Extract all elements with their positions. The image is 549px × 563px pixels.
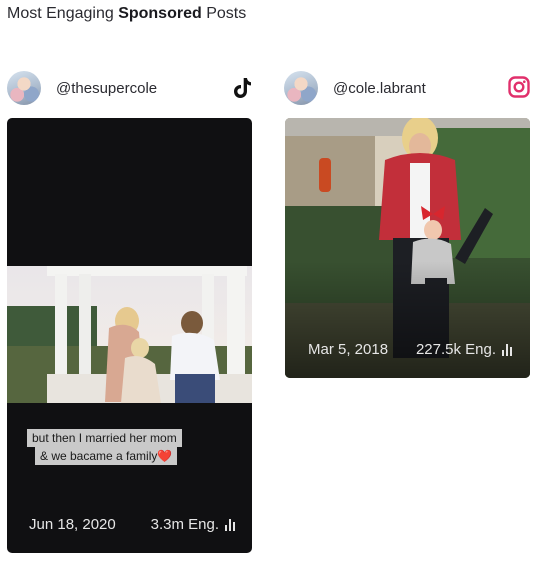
post-header-instagram: @cole.labrant: [284, 71, 426, 105]
title-prefix: Most Engaging: [7, 5, 114, 22]
post-stats: Jun 18, 2020 3.3m Eng.: [7, 516, 252, 533]
engagement-count: 3.3m Eng.: [150, 516, 219, 533]
video-caption-line: but then I married her mom: [27, 429, 182, 447]
video-caption-line: & we bacame a family❤️: [35, 447, 178, 465]
title-bold: Sponsored: [118, 5, 202, 22]
account-handle[interactable]: @cole.labrant: [333, 80, 426, 97]
tiktok-icon: [234, 78, 251, 98]
instagram-icon: [508, 76, 530, 98]
avatar[interactable]: [7, 71, 41, 105]
post-header-tiktok: @thesupercole: [7, 71, 157, 105]
avatar[interactable]: [284, 71, 318, 105]
bar-chart-icon: [225, 518, 235, 531]
title-suffix: Posts: [206, 5, 247, 22]
engagement-count: 227.5k Eng.: [415, 341, 496, 358]
post-card-instagram[interactable]: Mar 5, 2018 227.5k Eng.: [285, 118, 530, 378]
account-handle[interactable]: @thesupercole: [56, 80, 157, 97]
post-date: Mar 5, 2018: [308, 341, 389, 358]
post-image: [285, 118, 530, 378]
bar-chart-icon: [502, 343, 512, 356]
section-title: Most Engaging Sponsored Posts: [7, 5, 246, 23]
post-date: Jun 18, 2020: [29, 516, 116, 533]
post-card-tiktok[interactable]: but then I married her mom & we bacame a…: [7, 118, 252, 553]
post-image: [7, 266, 252, 403]
post-stats: Mar 5, 2018 227.5k Eng.: [285, 341, 530, 358]
